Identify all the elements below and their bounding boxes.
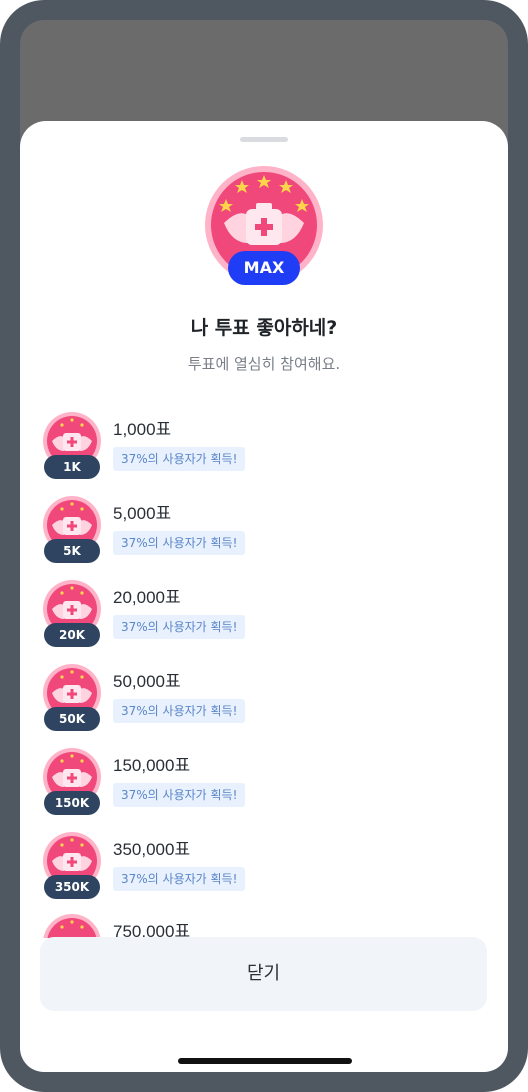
screen: MAX 나 투표 좋아하네? 투표에 열심히 참여해요. 1K 1,000표 3…	[20, 20, 508, 1072]
acquired-percent-chip: 37%의 사용자가 획득!	[113, 615, 246, 639]
badge-icon	[43, 914, 101, 938]
vote-count: 150,000표	[113, 756, 191, 775]
max-level-pill: MAX	[228, 251, 300, 285]
level-pill: 1K	[44, 455, 100, 479]
vote-count: 1,000표	[113, 420, 172, 439]
level-pill: 150K	[44, 791, 100, 815]
level-item: 20K 20,000표 37%의 사용자가 획득!	[20, 579, 508, 655]
vote-count: 20,000표	[113, 588, 181, 607]
level-item: 5K 5,000표 37%의 사용자가 획득!	[20, 495, 508, 571]
acquired-percent-chip: 37%의 사용자가 획득!	[113, 447, 246, 471]
level-item: 350K 350,000표 37%의 사용자가 획득!	[20, 831, 508, 907]
vote-count: 350,000표	[113, 840, 191, 859]
level-pill: 5K	[44, 539, 100, 563]
level-item: 750,000표	[20, 913, 508, 938]
phone-frame: MAX 나 투표 좋아하네? 투표에 열심히 참여해요. 1K 1,000표 3…	[0, 0, 528, 1092]
level-pill: 50K	[44, 707, 100, 731]
level-pill: 350K	[44, 875, 100, 899]
sheet-grabber[interactable]	[240, 137, 288, 142]
level-item: 1K 1,000표 37%의 사용자가 획득!	[20, 411, 508, 487]
vote-count: 5,000표	[113, 504, 172, 523]
sheet-title: 나 투표 좋아하네?	[190, 317, 338, 339]
acquired-percent-chip: 37%의 사용자가 획득!	[113, 867, 246, 891]
level-item: 150K 150,000표 37%의 사용자가 획득!	[20, 747, 508, 823]
bottom-sheet: MAX 나 투표 좋아하네? 투표에 열심히 참여해요. 1K 1,000표 3…	[20, 121, 508, 1072]
vote-count: 50,000표	[113, 672, 181, 691]
acquired-percent-chip: 37%의 사용자가 획득!	[113, 531, 246, 555]
close-button[interactable]: 닫기	[40, 937, 487, 1011]
level-list[interactable]: 1K 1,000표 37%의 사용자가 획득! 5K 5,000표 37%의 사…	[20, 407, 508, 938]
acquired-percent-chip: 37%의 사용자가 획득!	[113, 783, 246, 807]
level-item: 50K 50,000표 37%의 사용자가 획득!	[20, 663, 508, 739]
sheet-subtitle: 투표에 열심히 참여해요.	[187, 355, 341, 373]
vote-count: 750,000표	[113, 922, 191, 938]
level-pill: 20K	[44, 623, 100, 647]
home-indicator	[178, 1058, 352, 1064]
acquired-percent-chip: 37%의 사용자가 획득!	[113, 699, 246, 723]
